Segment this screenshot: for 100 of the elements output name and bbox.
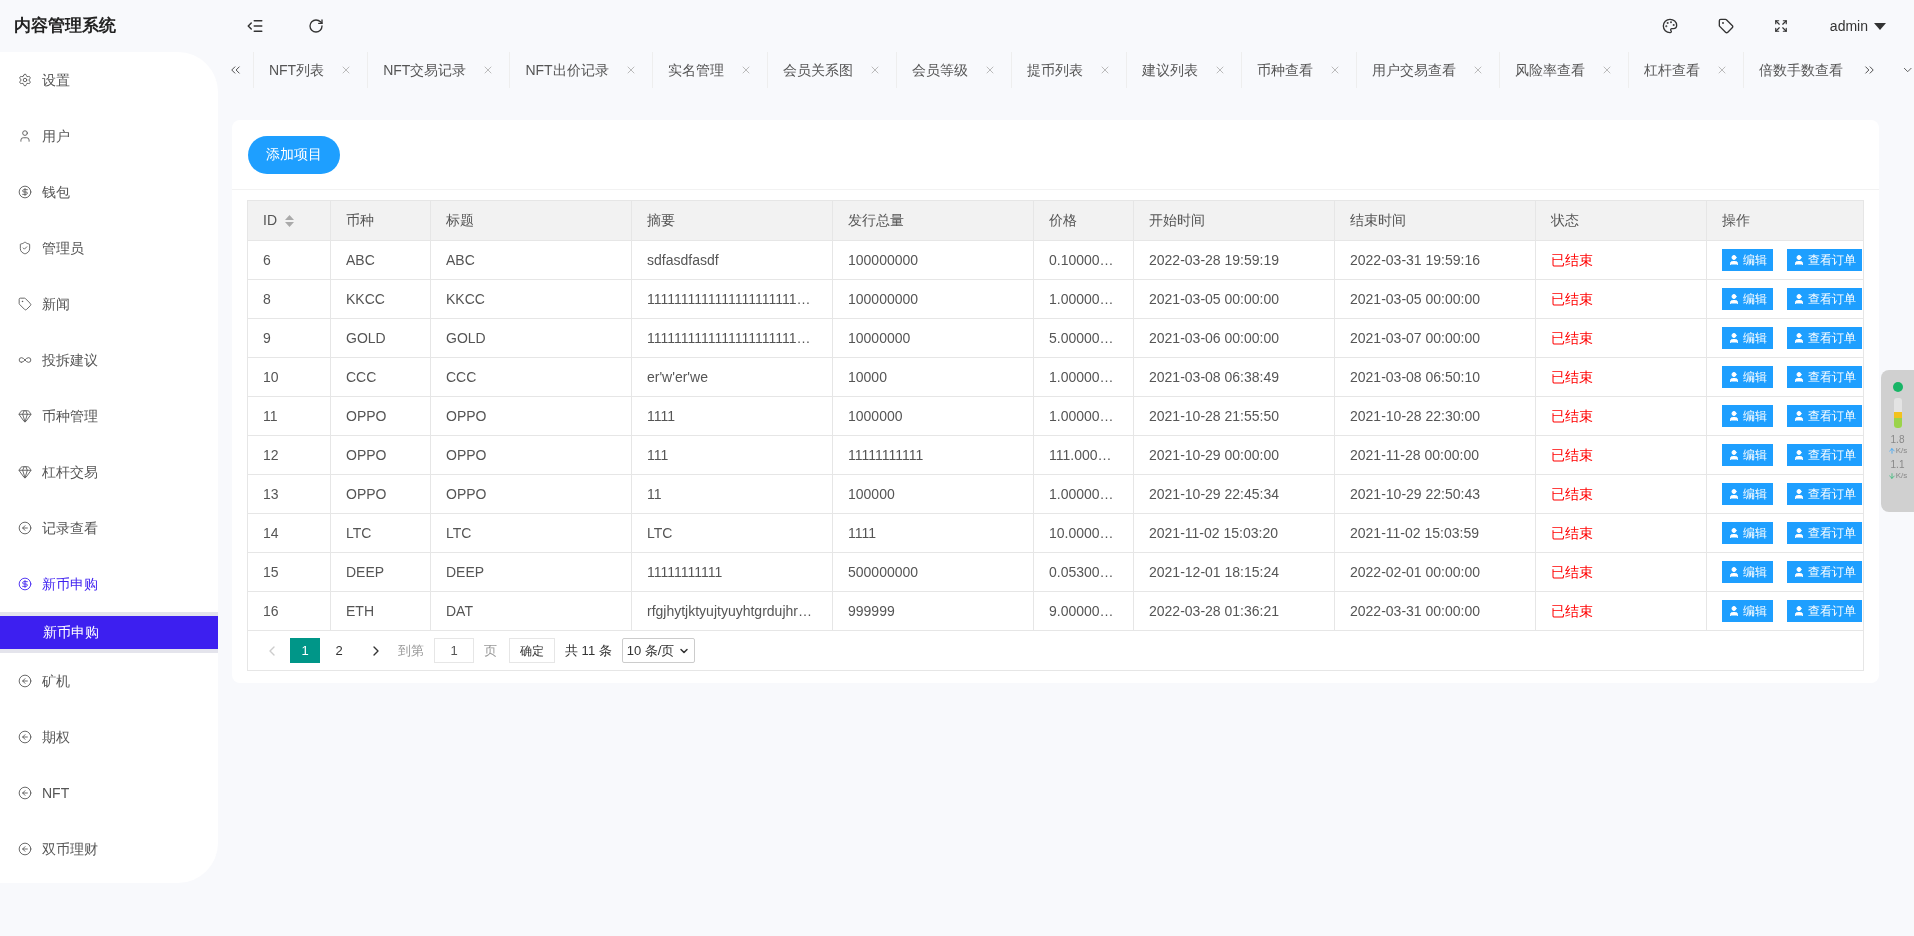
menu-fold-icon[interactable]: [246, 17, 264, 35]
fullscreen-icon[interactable]: [1773, 19, 1788, 33]
page-tab[interactable]: 杠杆查看: [1627, 52, 1743, 88]
column-header[interactable]: ID: [248, 201, 330, 240]
page-button[interactable]: 2: [324, 638, 354, 663]
table-cell: 0.10000…: [1033, 241, 1133, 279]
sidebar-item[interactable]: 新闻: [0, 276, 218, 332]
table-cell: 2021-03-05 00:00:00: [1133, 280, 1334, 318]
sidebar-item[interactable]: NFT: [0, 765, 218, 821]
user-icon: [1793, 371, 1805, 383]
user-icon: [1728, 605, 1740, 617]
table-cell: 1000000: [832, 397, 1033, 435]
table-cell: 2021-03-08 06:50:10: [1334, 358, 1535, 396]
app-title: 内容管理系统: [13, 15, 117, 38]
sidebar-item[interactable]: 币种管理: [0, 388, 218, 444]
goto-label: 到第: [398, 641, 424, 660]
status-label: 已结束: [1535, 475, 1706, 513]
sort-icon[interactable]: [285, 214, 294, 227]
table-cell: 999999: [832, 592, 1033, 630]
user-menu[interactable]: admin: [1829, 15, 1886, 37]
sidebar-item[interactable]: 设置: [0, 52, 218, 108]
sidebar-item[interactable]: 管理员: [0, 220, 218, 276]
diamond-icon: [18, 409, 32, 423]
user-icon: [1793, 410, 1805, 422]
sidebar-item[interactable]: 期权: [0, 709, 218, 765]
page-button[interactable]: 1: [290, 638, 320, 663]
user-icon: [1728, 254, 1740, 266]
page-tab[interactable]: 实名管理: [651, 52, 767, 88]
table-cell: OPPO: [430, 397, 631, 435]
status-label: 已结束: [1535, 553, 1706, 591]
table-cell: DEEP: [330, 553, 430, 591]
table-cell: 2021-10-29 00:00:00: [1133, 436, 1334, 474]
sidebar-item[interactable]: 杠杆交易: [0, 444, 218, 500]
page-tab[interactable]: 倍数手数查看: [1742, 52, 1858, 88]
shield-icon: [18, 241, 32, 255]
sidebar-item[interactable]: 用户: [0, 108, 218, 164]
diamond-icon: [18, 465, 32, 479]
page-size-select[interactable]: 10 条/页: [621, 638, 696, 663]
table-cell: rfgjhytjktyujtyuyhtgrdujhr…: [631, 592, 832, 630]
table-cell: KKCC: [430, 280, 631, 318]
page-tab[interactable]: 风险率查看: [1498, 52, 1628, 88]
table-cell: 2021-10-28 21:55:50: [1133, 397, 1334, 435]
table-cell-text: 15: [262, 562, 280, 582]
table-cell: 2022-03-28 01:36:21: [1133, 592, 1334, 630]
status-label: 已结束: [1535, 280, 1706, 318]
user-icon: [1728, 332, 1740, 344]
table-cell: 1.00000…: [1033, 397, 1133, 435]
table-cell: 1111: [631, 397, 832, 435]
column-header: 发行总量: [832, 201, 1033, 240]
status-label: 已结束: [1535, 358, 1706, 396]
table-cell: LTC: [631, 514, 832, 552]
table-cell: 11111111111: [631, 553, 832, 591]
table-cell: 2021-10-29 22:50:43: [1334, 475, 1535, 513]
table-cell: 11: [631, 475, 832, 513]
sidebar-item[interactable]: 记录查看: [0, 500, 218, 556]
table-cell: GOLD: [430, 319, 631, 357]
table-cell: 100000: [832, 475, 1033, 513]
page-tab[interactable]: 会员关系图: [766, 52, 896, 88]
page-tab[interactable]: NFT出价记录: [509, 52, 652, 88]
table-cell: OPPO: [330, 475, 430, 513]
table-cell: LTC: [430, 514, 631, 552]
table-cell: er'w'er'we: [631, 358, 832, 396]
page-tab[interactable]: NFT列表: [252, 52, 368, 88]
page-unit-label: 页: [484, 641, 497, 660]
table-cell: 2022-03-31 19:59:16: [1334, 241, 1535, 279]
table-cell-text: 12: [262, 445, 280, 465]
confirm-button[interactable]: 确定: [509, 638, 555, 663]
tag-icon[interactable]: [1717, 18, 1734, 34]
status-label: 已结束: [1535, 514, 1706, 552]
column-header: 开始时间: [1133, 201, 1334, 240]
sidebar-item[interactable]: 新币申购: [0, 556, 218, 612]
column-header: 状态: [1535, 201, 1706, 240]
page-input[interactable]: 1: [434, 638, 474, 663]
table-cell: 500000000: [832, 553, 1033, 591]
table-cell: 10.0000…: [1033, 514, 1133, 552]
palette-icon[interactable]: [1661, 18, 1678, 34]
sidebar-item[interactable]: 钱包: [0, 164, 218, 220]
page-tab[interactable]: 会员等级: [895, 52, 1011, 88]
refresh-icon[interactable]: [308, 18, 324, 34]
table-cell: 11111111111: [832, 436, 1033, 474]
sidebar-item[interactable]: 投拆建议: [0, 332, 218, 388]
page-tab[interactable]: 币种查看: [1240, 52, 1356, 88]
column-header: 币种: [330, 201, 430, 240]
page-tab[interactable]: 用户交易查看: [1355, 52, 1499, 88]
table-cell: 2021-10-28 22:30:00: [1334, 397, 1535, 435]
user-icon: [1728, 293, 1740, 305]
table-cell: 10000000: [832, 319, 1033, 357]
page-tab[interactable]: NFT交易记录: [367, 52, 510, 88]
sidebar-subitem[interactable]: 新币申购: [0, 616, 218, 649]
page-tab[interactable]: 提币列表: [1010, 52, 1126, 88]
table-cell: ETH: [330, 592, 430, 630]
table-cell-text: 8: [262, 289, 272, 309]
sidebar-item[interactable]: 矿机: [0, 653, 218, 709]
total-count: 共 11 条: [565, 641, 612, 660]
table-cell: KKCC: [330, 280, 430, 318]
table-cell-text: 11: [262, 406, 279, 426]
page-tab[interactable]: 建议列表: [1125, 52, 1241, 88]
table-cell: 0.05300…: [1033, 553, 1133, 591]
sidebar-item[interactable]: 双币理财: [0, 821, 218, 877]
table-cell: 2021-12-01 18:15:24: [1133, 553, 1334, 591]
